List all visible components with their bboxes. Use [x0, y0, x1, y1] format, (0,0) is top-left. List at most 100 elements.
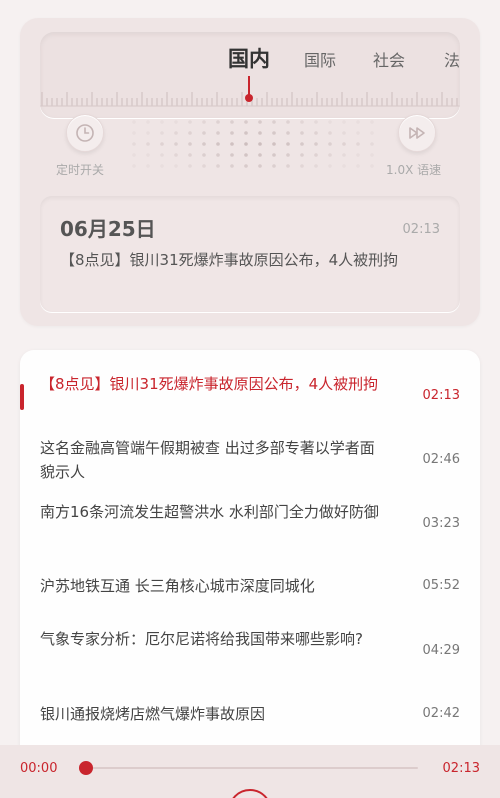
list-item[interactable]: 【8点见】银川31死爆炸事故原因公布，4人被刑拘 02:13 [20, 370, 480, 426]
decor-dot [370, 120, 374, 124]
decor-dot [216, 164, 220, 168]
list-item[interactable]: 南方16条河流发生超警洪水 水利部门全力做好防御 03:23 [20, 498, 480, 554]
list-item-title: 银川通报烧烤店燃气爆炸事故原因 [40, 705, 266, 723]
decor-dot [174, 142, 178, 146]
decor-dot [356, 164, 360, 168]
clock-icon [76, 124, 94, 142]
decor-dot [132, 131, 136, 135]
decor-dot [146, 153, 150, 157]
decor-dot [160, 131, 164, 135]
decor-dot [328, 142, 332, 146]
decor-dot [300, 131, 304, 135]
play-button[interactable] [228, 789, 272, 798]
decor-dot [328, 164, 332, 168]
decor-dot [314, 142, 318, 146]
decor-dot [328, 153, 332, 157]
fast-forward-icon [409, 127, 425, 139]
decor-dot [174, 120, 178, 124]
tab-international[interactable]: 国际 [304, 47, 336, 71]
decor-dot [216, 142, 220, 146]
channel-tabs: 国内 国际 社会 法 [40, 32, 460, 82]
decor-dot [146, 120, 150, 124]
decor-dot [160, 142, 164, 146]
decor-dot [286, 131, 290, 135]
timer-label: 定时开关 [56, 163, 105, 177]
decor-dot [370, 142, 374, 146]
decor-dot [258, 120, 262, 124]
decor-dot [244, 120, 248, 124]
decor-dot [286, 142, 290, 146]
list-item-title: 这名金融高管端午假期被查 出过多部专著以学者面貌示人 [40, 439, 375, 481]
speed-label: 1.0X 语速 [386, 163, 442, 177]
list-item-title: 沪苏地铁互通 长三角核心城市深度同城化 [40, 577, 315, 595]
decor-dot [272, 153, 276, 157]
radio-card: 国内 国际 社会 法 定时开关 1.0X 语速 06月25日 02:13 【8点… [20, 18, 480, 326]
dots-decoration [132, 120, 374, 168]
decor-dot [258, 131, 262, 135]
decor-dot [230, 164, 234, 168]
list-item[interactable]: 银川通报烧烤店燃气爆炸事故原因 02:42 [20, 698, 480, 734]
list-item[interactable]: 这名金融高管端午假期被查 出过多部专著以学者面貌示人 02:46 [20, 434, 480, 490]
decor-dot [342, 131, 346, 135]
decor-dot [244, 131, 248, 135]
decor-dot [244, 142, 248, 146]
decor-dot [244, 153, 248, 157]
decor-dot [258, 164, 262, 168]
list-item[interactable]: 气象专家分析：厄尔尼诺将给我国带来哪些影响? 04:29 [20, 625, 480, 681]
decor-dot [216, 153, 220, 157]
decor-dot [370, 164, 374, 168]
decor-dot [160, 153, 164, 157]
decor-dot [300, 120, 304, 124]
decor-dot [188, 153, 192, 157]
decor-dot [300, 164, 304, 168]
decor-dot [356, 120, 360, 124]
decor-dot [160, 164, 164, 168]
decor-dot [258, 153, 262, 157]
decor-dot [174, 153, 178, 157]
decor-dot [356, 131, 360, 135]
decor-dot [174, 131, 178, 135]
decor-dot [314, 120, 318, 124]
tab-society[interactable]: 社会 [373, 47, 405, 71]
decor-dot [272, 131, 276, 135]
decor-dot [258, 142, 262, 146]
decor-dot [286, 153, 290, 157]
decor-dot [146, 142, 150, 146]
tuner-pointer-dot [245, 94, 253, 102]
decor-dot [174, 164, 178, 168]
progress-track[interactable] [86, 767, 418, 769]
decor-dot [188, 164, 192, 168]
decor-dot [356, 153, 360, 157]
progress-thumb[interactable] [79, 761, 93, 775]
player-bar: 00:00 02:13 [0, 745, 500, 798]
speed-button[interactable] [398, 114, 436, 152]
decor-dot [202, 142, 206, 146]
list-item-duration: 02:13 [422, 388, 460, 403]
decor-dot [230, 153, 234, 157]
list-item-duration: 02:42 [422, 706, 460, 721]
active-item-indicator [20, 384, 24, 410]
decor-dot [286, 120, 290, 124]
channel-tuner[interactable]: 国内 国际 社会 法 [40, 32, 460, 118]
decor-dot [370, 153, 374, 157]
decor-dot [132, 164, 136, 168]
decor-dot [342, 164, 346, 168]
decor-dot [202, 131, 206, 135]
decor-dot [370, 131, 374, 135]
timer-button[interactable] [66, 114, 104, 152]
list-item-title: 南方16条河流发生超警洪水 水利部门全力做好防御 [40, 503, 379, 521]
list-item[interactable]: 沪苏地铁互通 长三角核心城市深度同城化 05:52 [20, 570, 480, 606]
decor-dot [328, 131, 332, 135]
decor-dot [202, 120, 206, 124]
decor-dot [300, 142, 304, 146]
decor-dot [188, 142, 192, 146]
decor-dot [342, 153, 346, 157]
tab-law[interactable]: 法 [444, 47, 460, 71]
decor-dot [230, 120, 234, 124]
decor-dot [314, 131, 318, 135]
list-item-duration: 03:23 [422, 516, 460, 531]
now-playing-title: 【8点见】银川31死爆炸事故原因公布，4人被刑拘 [60, 251, 399, 269]
now-playing-date: 06月25日 [60, 217, 156, 241]
decor-dot [314, 164, 318, 168]
tab-domestic[interactable]: 国内 [228, 43, 270, 73]
